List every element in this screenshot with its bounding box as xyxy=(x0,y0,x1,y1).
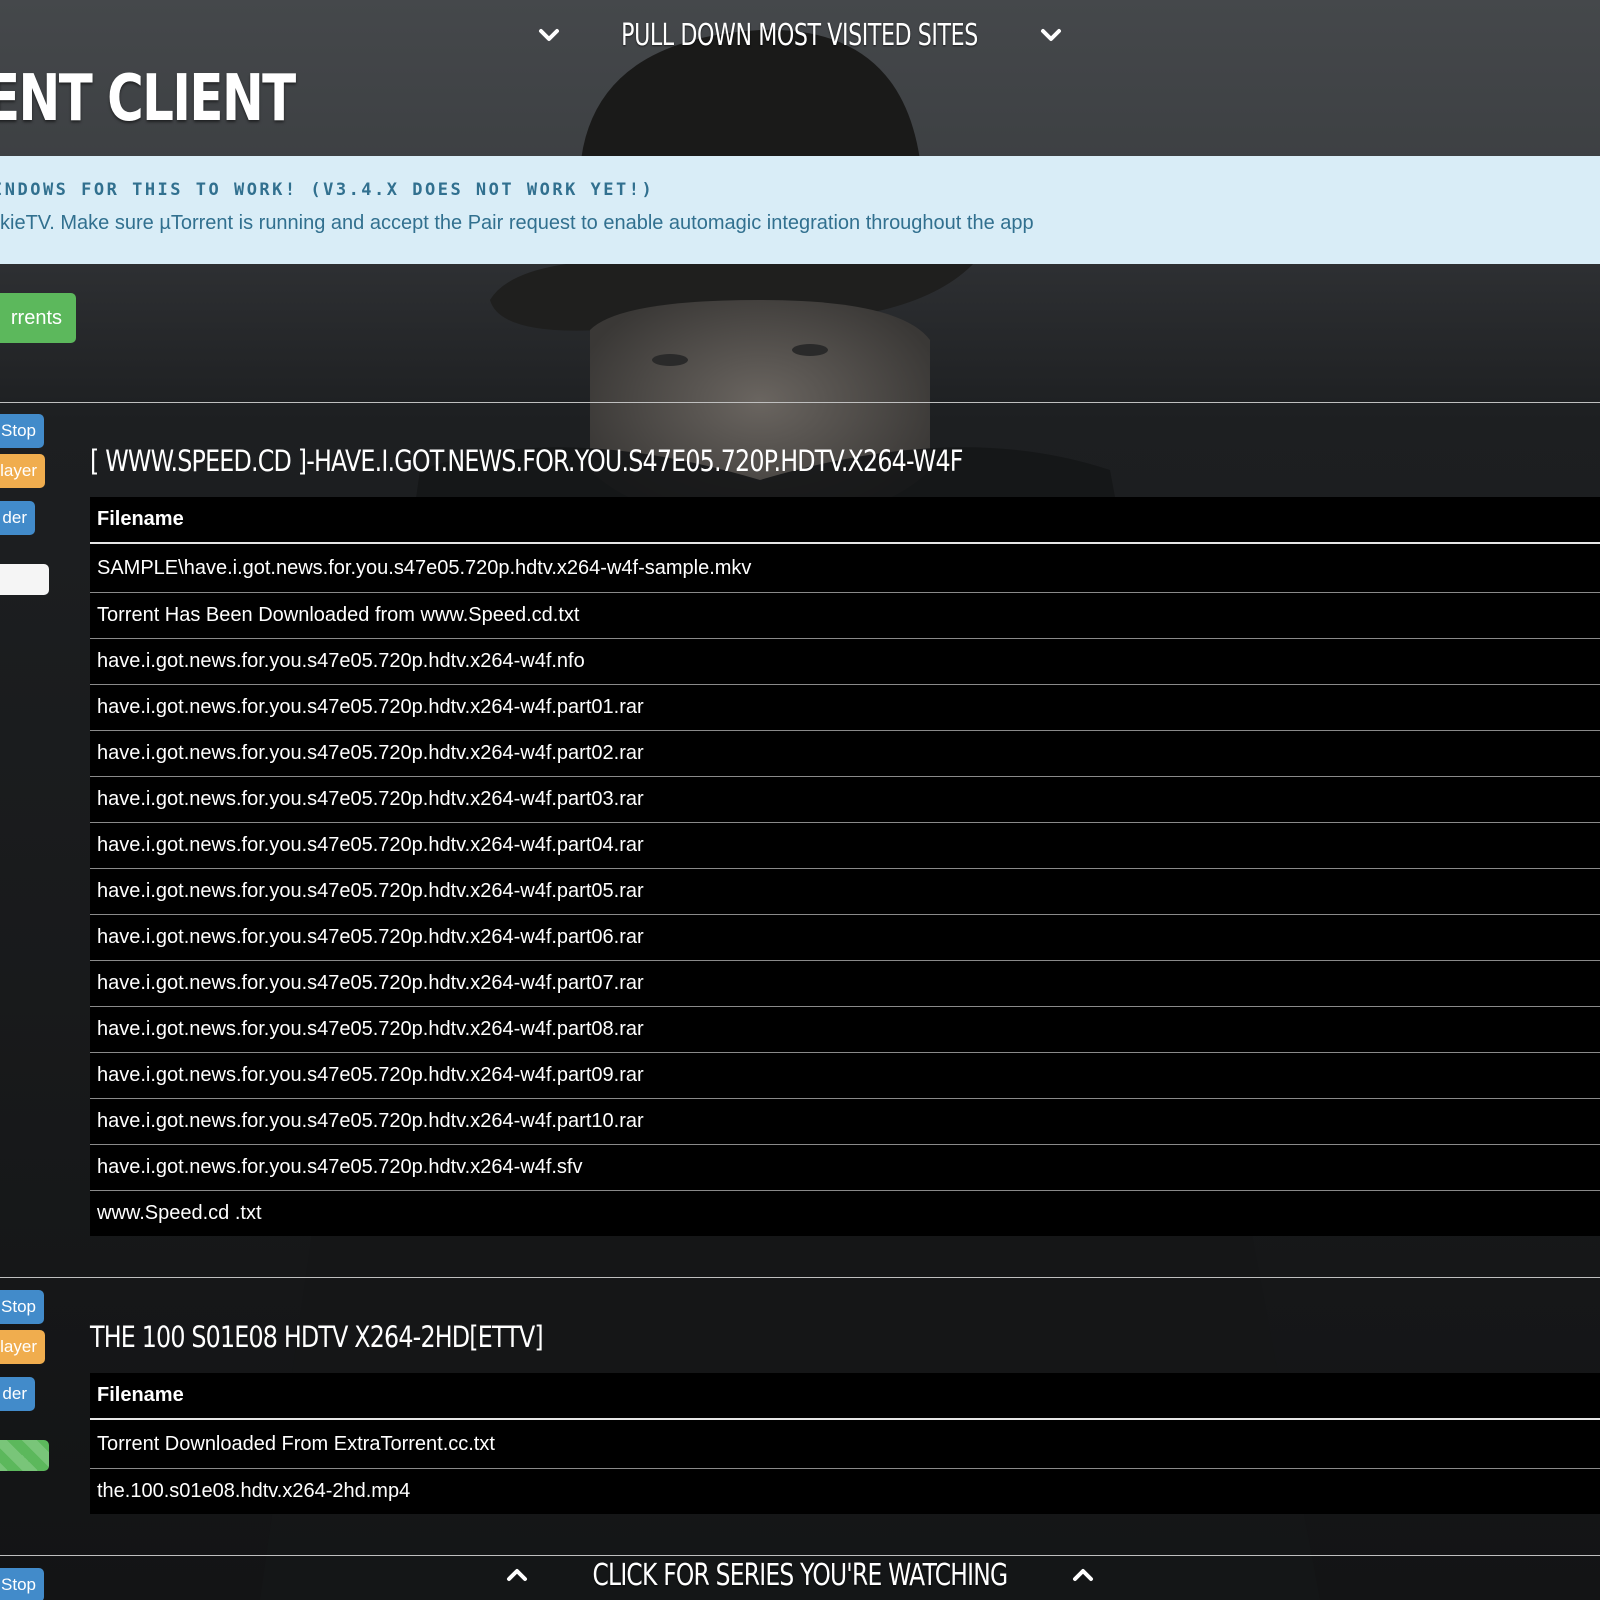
table-row[interactable]: Torrent Downloaded From ExtraTorrent.cc.… xyxy=(90,1419,1600,1469)
chevron-up-icon xyxy=(1072,1569,1093,1581)
table-header-row: Filename xyxy=(90,497,1600,544)
file-name[interactable]: have.i.got.news.for.you.s47e05.720p.hdtv… xyxy=(90,730,1600,777)
table-header-row: Filename xyxy=(90,1373,1600,1420)
alert-body: kieTV. Make sure µTorrent is running and… xyxy=(0,212,1034,234)
file-name[interactable]: have.i.got.news.for.you.s47e05.720p.hdtv… xyxy=(90,960,1600,1007)
file-name[interactable]: have.i.got.news.for.you.s47e05.720p.hdtv… xyxy=(90,1098,1600,1145)
divider xyxy=(0,1277,1600,1278)
table-row[interactable]: have.i.got.news.for.you.s47e05.720p.hdtv… xyxy=(90,1006,1600,1053)
stop-button[interactable]: Stop xyxy=(0,414,44,448)
file-name[interactable]: have.i.got.news.for.you.s47e05.720p.hdtv… xyxy=(90,822,1600,869)
pulldown-label: PULL DOWN MOST VISITED SITES xyxy=(621,17,979,53)
file-name[interactable]: have.i.got.news.for.you.s47e05.720p.hdtv… xyxy=(90,1052,1600,1099)
table-row[interactable]: have.i.got.news.for.you.s47e05.720p.hdtv… xyxy=(90,960,1600,1007)
file-name[interactable]: the.100.s01e08.hdtv.x264-2hd.mp4 xyxy=(90,1468,1600,1514)
table-row[interactable]: have.i.got.news.for.you.s47e05.720p.hdtv… xyxy=(90,638,1600,685)
progress-bar xyxy=(0,1440,49,1471)
table-row[interactable]: have.i.got.news.for.you.s47e05.720p.hdtv… xyxy=(90,1098,1600,1145)
series-watching-toggle[interactable]: CLICK FOR SERIES YOU'RE WATCHING xyxy=(0,1550,1600,1600)
file-name[interactable]: have.i.got.news.for.you.s47e05.720p.hdtv… xyxy=(90,684,1600,731)
page-title: ENT CLIENT xyxy=(0,62,296,136)
table-row[interactable]: have.i.got.news.for.you.s47e05.720p.hdtv… xyxy=(90,1052,1600,1099)
alert-heading: INDOWS FOR THIS TO WORK! (V3.4.X DOES NO… xyxy=(0,180,655,200)
table-row[interactable]: have.i.got.news.for.you.s47e05.720p.hdtv… xyxy=(90,822,1600,869)
divider xyxy=(0,402,1600,403)
table-row[interactable]: SAMPLE\have.i.got.news.for.you.s47e05.72… xyxy=(90,543,1600,593)
footer-label: CLICK FOR SERIES YOU'RE WATCHING xyxy=(592,1557,1009,1593)
torrents-button[interactable]: rrents xyxy=(0,293,76,343)
most-visited-pulldown[interactable]: PULL DOWN MOST VISITED SITES xyxy=(0,8,1600,62)
chevron-down-icon xyxy=(1040,29,1061,41)
file-name[interactable]: have.i.got.news.for.you.s47e05.720p.hdtv… xyxy=(90,1006,1600,1053)
table-row[interactable]: have.i.got.news.for.you.s47e05.720p.hdtv… xyxy=(90,868,1600,915)
info-alert: INDOWS FOR THIS TO WORK! (V3.4.X DOES NO… xyxy=(0,156,1600,264)
stop-button[interactable]: Stop xyxy=(0,1290,44,1324)
file-name[interactable]: have.i.got.news.for.you.s47e05.720p.hdtv… xyxy=(90,868,1600,915)
page: PULL DOWN MOST VISITED SITES ENT CLIENT … xyxy=(0,0,1600,1600)
file-table: Filename SAMPLE\have.i.got.news.for.you.… xyxy=(90,497,1600,1236)
folder-button[interactable]: der xyxy=(0,1377,35,1411)
table-row[interactable]: www.Speed.cd .txt xyxy=(90,1190,1600,1236)
table-row[interactable]: the.100.s01e08.hdtv.x264-2hd.mp4 xyxy=(90,1468,1600,1514)
torrent-title: THE 100 S01E08 HDTV X264-2HD[ETTV] xyxy=(90,1320,544,1354)
torrent-title: [ WWW.SPEED.CD ]-HAVE.I.GOT.NEWS.FOR.YOU… xyxy=(90,444,963,478)
file-name[interactable]: have.i.got.news.for.you.s47e05.720p.hdtv… xyxy=(90,638,1600,685)
file-name[interactable]: have.i.got.news.for.you.s47e05.720p.hdtv… xyxy=(90,776,1600,823)
file-name[interactable]: have.i.got.news.for.you.s47e05.720p.hdtv… xyxy=(90,914,1600,961)
file-name[interactable]: have.i.got.news.for.you.s47e05.720p.hdtv… xyxy=(90,1144,1600,1191)
chevron-down-icon xyxy=(539,29,560,41)
table-row[interactable]: Torrent Has Been Downloaded from www.Spe… xyxy=(90,592,1600,639)
file-name[interactable]: Torrent Downloaded From ExtraTorrent.cc.… xyxy=(90,1419,1600,1469)
chevron-up-icon xyxy=(507,1569,528,1581)
player-button[interactable]: layer xyxy=(0,1330,45,1364)
table-row[interactable]: have.i.got.news.for.you.s47e05.720p.hdtv… xyxy=(90,684,1600,731)
file-name[interactable]: Torrent Has Been Downloaded from www.Spe… xyxy=(90,592,1600,639)
progress-bar xyxy=(0,564,49,595)
column-header-filename: Filename xyxy=(90,497,1600,544)
table-row[interactable]: have.i.got.news.for.you.s47e05.720p.hdtv… xyxy=(90,730,1600,777)
table-row[interactable]: have.i.got.news.for.you.s47e05.720p.hdtv… xyxy=(90,776,1600,823)
file-table: Filename Torrent Downloaded From ExtraTo… xyxy=(90,1373,1600,1514)
player-button[interactable]: layer xyxy=(0,454,45,488)
table-row[interactable]: have.i.got.news.for.you.s47e05.720p.hdtv… xyxy=(90,914,1600,961)
file-name[interactable]: www.Speed.cd .txt xyxy=(90,1190,1600,1236)
column-header-filename: Filename xyxy=(90,1373,1600,1420)
file-name[interactable]: SAMPLE\have.i.got.news.for.you.s47e05.72… xyxy=(90,543,1600,593)
folder-button[interactable]: der xyxy=(0,501,35,535)
table-row[interactable]: have.i.got.news.for.you.s47e05.720p.hdtv… xyxy=(90,1144,1600,1191)
